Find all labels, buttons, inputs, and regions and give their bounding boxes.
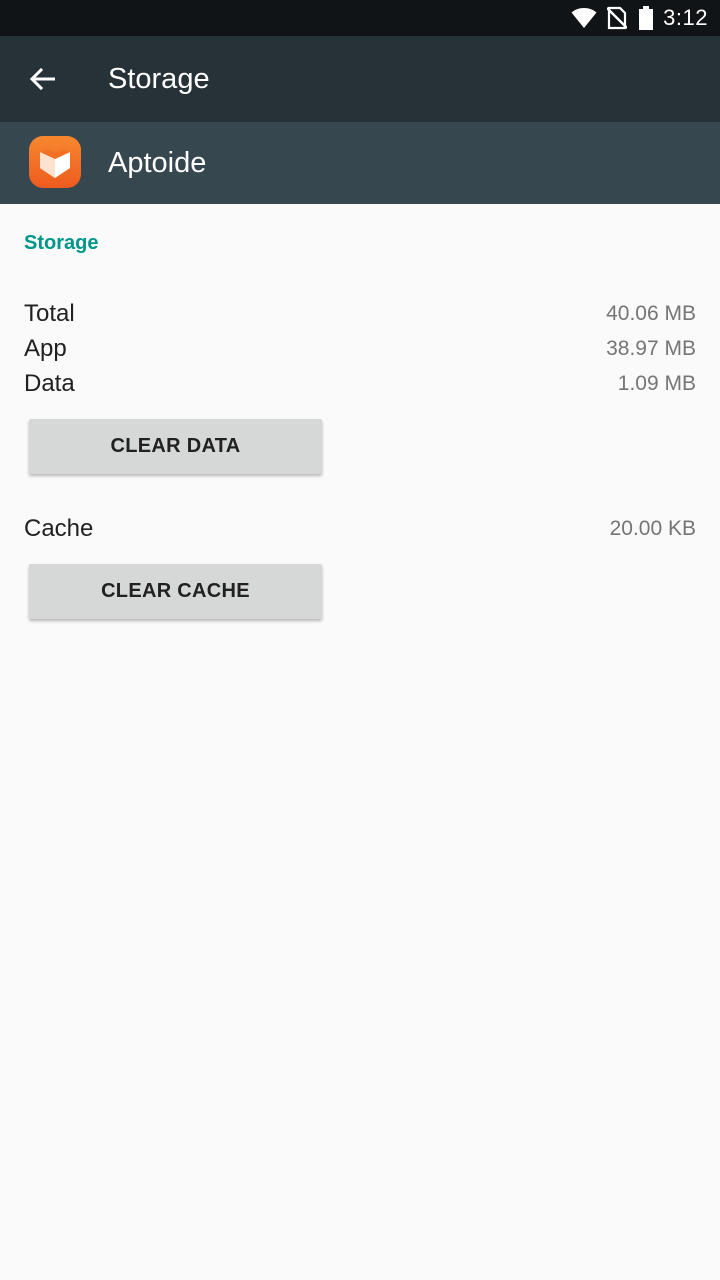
battery-icon (639, 6, 654, 30)
storage-row-data: Data 1.09 MB (24, 366, 696, 401)
status-icons: 3:12 (571, 0, 708, 36)
clear-cache-button[interactable]: CLEAR CACHE (29, 564, 322, 619)
row-label: Cache (24, 514, 94, 542)
status-bar: 3:12 (0, 0, 720, 36)
aptoide-logo-icon (28, 135, 82, 189)
clear-data-button[interactable]: CLEAR DATA (29, 419, 322, 474)
app-header: Aptoide (0, 122, 720, 204)
row-value: 1.09 MB (617, 371, 696, 395)
row-label: App (24, 334, 67, 362)
storage-row-total: Total 40.06 MB (24, 296, 696, 331)
row-value: 40.06 MB (606, 301, 696, 325)
status-time: 3:12 (663, 5, 708, 30)
back-button[interactable] (22, 59, 62, 99)
row-value: 38.97 MB (606, 336, 696, 360)
app-bar: Storage (0, 36, 720, 122)
arrow-back-icon (29, 67, 55, 91)
app-name: Aptoide (108, 147, 207, 179)
page-title: Storage (108, 63, 210, 95)
section-title: Storage (24, 232, 99, 254)
storage-row-app: App 38.97 MB (24, 331, 696, 366)
storage-row-cache: Cache 20.00 KB (24, 511, 696, 546)
row-value: 20.00 KB (609, 516, 696, 540)
wifi-icon (571, 7, 597, 29)
no-sim-icon (607, 6, 628, 30)
row-label: Total (24, 299, 75, 327)
row-label: Data (24, 369, 75, 397)
